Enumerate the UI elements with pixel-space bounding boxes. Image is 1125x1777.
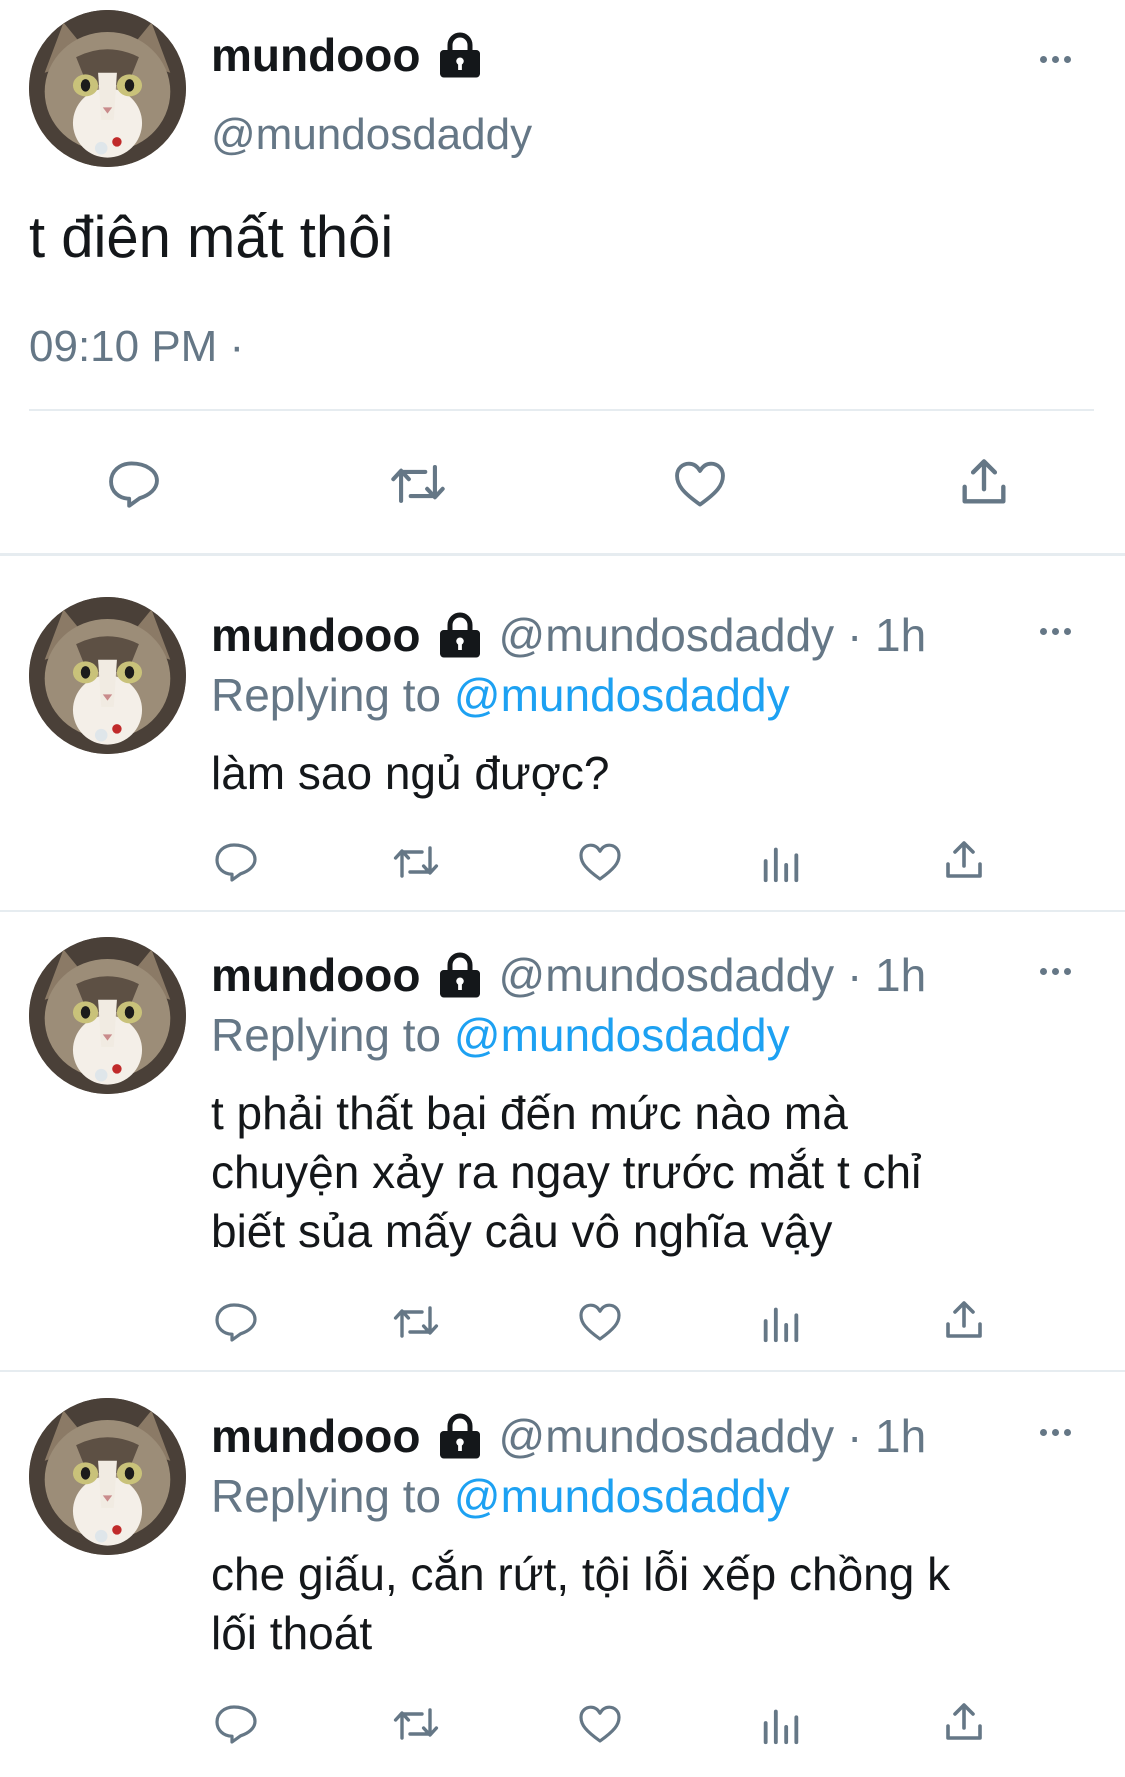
handle-and-time[interactable]: @mundosdaddy · 1h bbox=[499, 1409, 927, 1463]
like-icon[interactable] bbox=[576, 1700, 624, 1748]
more-options-icon[interactable] bbox=[1040, 1429, 1071, 1436]
like-icon[interactable] bbox=[576, 1298, 624, 1346]
divider bbox=[29, 409, 1094, 411]
stats-icon[interactable] bbox=[758, 1300, 804, 1346]
avatar[interactable] bbox=[29, 597, 186, 754]
reply-icon[interactable] bbox=[212, 1298, 260, 1346]
retweet-icon[interactable] bbox=[390, 1298, 442, 1346]
display-name[interactable]: mundooo bbox=[211, 948, 421, 1002]
reply-text-line: làm sao ngủ được? bbox=[211, 747, 610, 799]
reply-text-line: biết sủa mấy câu vô nghĩa vậy bbox=[211, 1205, 833, 1257]
retweet-icon[interactable] bbox=[390, 838, 442, 886]
reply-text-line: che giấu, cắn rứt, tội lỗi xếp chồng k bbox=[211, 1548, 951, 1600]
handle-and-time[interactable]: @mundosdaddy · 1h bbox=[499, 608, 927, 662]
display-name[interactable]: mundooo bbox=[211, 28, 421, 82]
avatar[interactable] bbox=[29, 937, 186, 1094]
user-handle[interactable]: @mundosdaddy bbox=[211, 110, 532, 160]
like-icon[interactable] bbox=[671, 455, 729, 513]
share-icon[interactable] bbox=[940, 836, 988, 884]
reply-text-line: t phải thất bại đến mức nào mà bbox=[211, 1087, 848, 1139]
replying-to-handle[interactable]: @mundosdaddy bbox=[454, 1009, 790, 1061]
lock-icon bbox=[435, 610, 485, 660]
reply-icon[interactable] bbox=[212, 838, 260, 886]
reply-text-line: chuyện xảy ra ngay trước mắt t chỉ bbox=[211, 1146, 922, 1198]
more-options-icon[interactable] bbox=[1040, 628, 1071, 635]
share-icon[interactable] bbox=[940, 1698, 988, 1746]
lock-icon bbox=[435, 30, 485, 80]
divider bbox=[0, 553, 1125, 556]
display-name[interactable]: mundooo bbox=[211, 608, 421, 662]
like-icon[interactable] bbox=[576, 838, 624, 886]
more-options-icon[interactable] bbox=[1040, 56, 1071, 63]
share-icon[interactable] bbox=[955, 453, 1013, 511]
stats-icon[interactable] bbox=[758, 1702, 804, 1748]
reply-icon[interactable] bbox=[212, 1700, 260, 1748]
tweet-text: t điên mất thôi bbox=[29, 205, 394, 270]
share-icon[interactable] bbox=[940, 1296, 988, 1344]
replying-to-label: Replying to bbox=[211, 1009, 442, 1061]
divider bbox=[0, 910, 1125, 912]
replying-to-label: Replying to bbox=[211, 1470, 442, 1522]
replying-to-label: Replying to bbox=[211, 669, 442, 721]
stats-icon[interactable] bbox=[758, 840, 804, 886]
lock-icon bbox=[435, 1411, 485, 1461]
retweet-icon[interactable] bbox=[390, 1700, 442, 1748]
avatar[interactable] bbox=[29, 10, 186, 167]
avatar[interactable] bbox=[29, 1398, 186, 1555]
reply-text-line: lối thoát bbox=[211, 1607, 373, 1659]
retweet-icon[interactable] bbox=[387, 455, 449, 513]
replying-to-handle[interactable]: @mundosdaddy bbox=[454, 669, 790, 721]
more-options-icon[interactable] bbox=[1040, 968, 1071, 975]
replying-to-handle[interactable]: @mundosdaddy bbox=[454, 1470, 790, 1522]
tweet-timestamp[interactable]: 09:10 PM · bbox=[29, 322, 244, 372]
lock-icon bbox=[435, 950, 485, 1000]
display-name[interactable]: mundooo bbox=[211, 1409, 421, 1463]
divider bbox=[0, 1370, 1125, 1372]
reply-icon[interactable] bbox=[105, 455, 163, 513]
handle-and-time[interactable]: @mundosdaddy · 1h bbox=[499, 948, 927, 1002]
